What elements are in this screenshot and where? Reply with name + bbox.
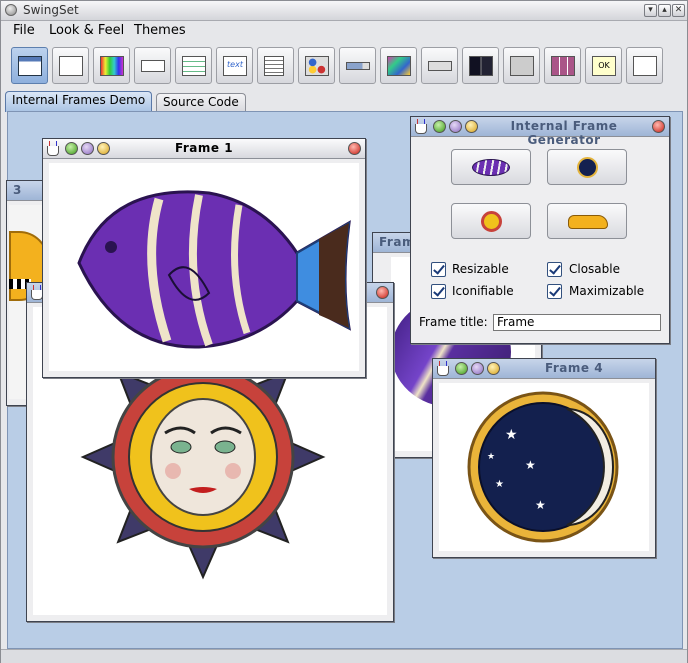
scrollpane-demo-button[interactable] [380, 47, 417, 84]
menu-look-and-feel[interactable]: Look & Feel [49, 23, 124, 38]
frame-4-maximize-icon[interactable] [455, 362, 468, 375]
closable-checkbox[interactable] [547, 262, 562, 277]
tree-icon [633, 56, 657, 76]
tooltip-demo-button[interactable]: OK [585, 47, 622, 84]
checkbox-radio-icon [59, 56, 83, 76]
table-demo-button[interactable] [544, 47, 581, 84]
menu-themes[interactable]: Themes [134, 23, 186, 38]
cab-icon [568, 215, 608, 229]
iconifiable-label: Iconifiable [452, 284, 514, 298]
frame-2-close-icon[interactable] [376, 286, 389, 299]
filechooser-demo-button[interactable] [175, 47, 212, 84]
internal-frame-4[interactable]: Frame 4 ★ ★ ★ ★ ★ [432, 358, 656, 558]
list-demo-button[interactable] [257, 47, 294, 84]
frame-4-title: Frame 4 [544, 361, 604, 375]
crescent-moon-image: ★ ★ ★ ★ ★ [467, 391, 619, 543]
system-menu-icon[interactable] [5, 4, 17, 16]
frame-title-field[interactable]: Frame [493, 314, 661, 331]
tab-internal-frames-demo[interactable]: Internal Frames Demo [5, 91, 153, 112]
demo-tabs: Internal Frames Demo Source Code [1, 91, 687, 112]
fish-icon [472, 159, 510, 176]
editorpane-demo-button[interactable]: text [216, 47, 253, 84]
combobox-icon [141, 60, 165, 72]
html-text-icon: text [223, 56, 247, 76]
menu-bar: File Look & Feel Themes [1, 21, 687, 41]
option-pane-icon [305, 56, 329, 76]
svg-text:★: ★ [505, 427, 518, 443]
splitpane-demo-button[interactable] [462, 47, 499, 84]
colorchooser-demo-button[interactable] [93, 47, 130, 84]
tooltip-icon: OK [592, 56, 616, 76]
generator-close-icon[interactable] [652, 120, 665, 133]
iconifiable-checkbox[interactable] [431, 284, 446, 299]
maximize-icon[interactable]: ▴ [658, 4, 671, 17]
split-pane-icon [469, 56, 493, 76]
frame-1-title: Frame 1 [174, 141, 234, 155]
frame-title-label: Frame title: [419, 315, 488, 329]
java-cup-icon [414, 119, 428, 134]
frame-4-content: ★ ★ ★ ★ ★ [439, 383, 649, 551]
generator-iconify-icon[interactable] [449, 120, 462, 133]
frame-1-content [49, 163, 359, 371]
create-sun-frame-button[interactable] [451, 203, 531, 239]
frame-1-close-icon[interactable] [348, 142, 361, 155]
frame-1-titlebar[interactable]: Frame 1 [43, 139, 365, 159]
desktop-pane[interactable]: 3 Fram Frame 1 Internal Frame Generator … [6, 111, 683, 649]
optionpane-demo-button[interactable] [298, 47, 335, 84]
moon-icon [577, 157, 598, 178]
slider-demo-button[interactable] [421, 47, 458, 84]
closable-label: Closable [569, 262, 620, 276]
svg-text:★: ★ [487, 452, 495, 462]
generator-maximize-icon[interactable] [433, 120, 446, 133]
swingset-window: SwingSet ▾ ▴ ✕ File Look & Feel Themes t… [0, 0, 688, 663]
table-icon [551, 56, 575, 76]
combobox-demo-button[interactable] [134, 47, 171, 84]
maximizable-label: Maximizable [569, 284, 645, 298]
angelfish-image [77, 190, 352, 349]
create-moon-frame-button[interactable] [547, 149, 627, 185]
list-icon [264, 56, 284, 76]
svg-text:★: ★ [535, 498, 546, 512]
create-fish-frame-button[interactable] [451, 149, 531, 185]
create-cab-frame-button[interactable] [547, 203, 627, 239]
minimize-icon[interactable]: ▾ [644, 4, 657, 17]
generator-titlebar[interactable]: Internal Frame Generator [411, 117, 669, 147]
internal-frame-generator[interactable]: Internal Frame Generator Resizable Closa… [410, 116, 670, 344]
file-chooser-icon [182, 56, 206, 76]
menu-file[interactable]: File [13, 23, 35, 38]
frame-4-iconify-icon[interactable] [471, 362, 484, 375]
internal-frame-1[interactable]: Frame 1 [42, 138, 366, 378]
generator-minimize-icon[interactable] [465, 120, 478, 133]
progressbar-demo-button[interactable] [339, 47, 376, 84]
status-bar [1, 649, 687, 663]
svg-text:★: ★ [525, 458, 536, 472]
window-titlebar[interactable]: SwingSet ▾ ▴ ✕ [1, 1, 687, 21]
tree-demo-button[interactable] [626, 47, 663, 84]
progress-bar-icon [346, 62, 370, 70]
window-title: SwingSet [23, 3, 79, 17]
internal-frame-icon [18, 56, 42, 76]
resizable-label: Resizable [452, 262, 509, 276]
color-chooser-icon [100, 56, 124, 76]
tabbedpane-demo-button[interactable] [503, 47, 540, 84]
toolbar: text OK [1, 43, 687, 91]
tab-source-code[interactable]: Source Code [156, 93, 246, 112]
frame-4-titlebar[interactable]: Frame 4 [433, 359, 655, 379]
generator-title: Internal Frame Generator [510, 119, 618, 147]
sun-icon [481, 211, 502, 232]
scroll-pane-icon [387, 56, 411, 76]
tabbed-pane-icon [510, 56, 534, 76]
button-demo-button[interactable] [52, 47, 89, 84]
java-cup-icon [436, 361, 450, 376]
svg-text:★: ★ [495, 479, 504, 490]
resizable-checkbox[interactable] [431, 262, 446, 277]
maximizable-checkbox[interactable] [547, 284, 562, 299]
internal-frames-demo-button[interactable] [11, 47, 48, 84]
slider-icon [428, 61, 452, 71]
close-icon[interactable]: ✕ [672, 4, 685, 17]
